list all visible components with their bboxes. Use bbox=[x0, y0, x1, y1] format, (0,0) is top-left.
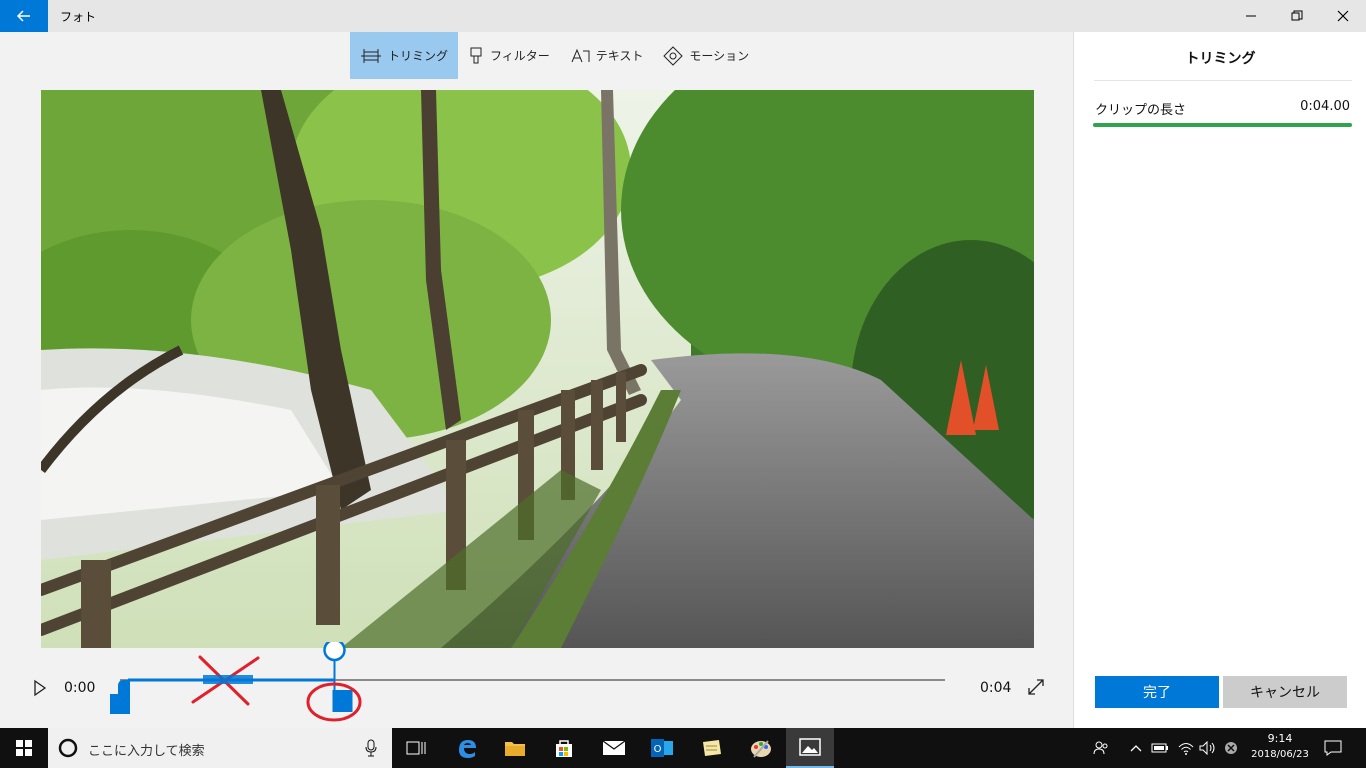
store-button[interactable] bbox=[540, 728, 588, 768]
cancel-button[interactable]: キャンセル bbox=[1223, 676, 1347, 708]
app-title: フォト bbox=[60, 10, 97, 24]
restore-button[interactable] bbox=[1274, 0, 1320, 32]
tool-motion-label: モーション bbox=[689, 49, 750, 63]
clip-length-value: 0:04.00 bbox=[1300, 99, 1350, 114]
close-icon bbox=[1337, 10, 1349, 22]
notification-icon bbox=[1324, 740, 1342, 756]
trim-timeline: 0:00 0:04 bbox=[0, 642, 1073, 728]
trim-end-handle bbox=[332, 690, 353, 712]
edge-button[interactable] bbox=[443, 728, 491, 768]
back-button[interactable] bbox=[0, 0, 48, 32]
close-button[interactable] bbox=[1320, 0, 1366, 32]
forest-road-image bbox=[41, 90, 1034, 648]
playhead-handle bbox=[323, 642, 346, 662]
wifi-icon bbox=[1178, 743, 1194, 755]
cortana-icon bbox=[58, 738, 78, 758]
trim-start-handle bbox=[110, 680, 130, 714]
tool-trim[interactable]: トリミング bbox=[350, 32, 459, 79]
edit-toolbar: トリミング フィルター テキスト モーション bbox=[350, 32, 759, 79]
motion-icon bbox=[663, 45, 684, 66]
volume-icon bbox=[1199, 741, 1215, 755]
photos-button[interactable] bbox=[786, 728, 834, 768]
timeline-track[interactable] bbox=[0, 642, 1073, 728]
clock-date[interactable]: 2018/06/23 bbox=[1245, 749, 1315, 760]
notes-button[interactable] bbox=[688, 728, 736, 768]
arrow-left-icon bbox=[16, 10, 30, 22]
editor-area: トリミング フィルター テキスト モーション 0:00 0:04 bbox=[0, 32, 1073, 728]
windows-logo-icon bbox=[16, 740, 32, 756]
explorer-button[interactable] bbox=[491, 728, 539, 768]
people-button[interactable] bbox=[1090, 728, 1112, 768]
svg-text:O: O bbox=[654, 744, 662, 755]
wifi-button[interactable] bbox=[1176, 728, 1196, 768]
error-circle-icon bbox=[1225, 742, 1237, 754]
paint-palette-icon bbox=[751, 740, 771, 758]
taskbar-search[interactable]: ここに入力して検索 bbox=[48, 728, 392, 768]
clip-length-bar bbox=[1093, 123, 1352, 127]
tool-text-label: テキスト bbox=[595, 49, 644, 63]
battery-icon bbox=[1151, 743, 1168, 753]
panel-title: トリミング bbox=[1185, 51, 1256, 67]
clock-time[interactable]: 9:14 bbox=[1250, 732, 1310, 745]
tool-filter[interactable]: フィルター bbox=[458, 32, 560, 79]
tool-filter-label: フィルター bbox=[490, 49, 550, 63]
outlook-button[interactable]: O bbox=[638, 728, 686, 768]
folder-icon bbox=[505, 742, 525, 756]
action-center-button[interactable] bbox=[1320, 728, 1346, 768]
volume-button[interactable] bbox=[1198, 728, 1218, 768]
photos-icon bbox=[799, 738, 821, 756]
start-button[interactable] bbox=[0, 728, 48, 768]
task-view-icon bbox=[406, 741, 426, 755]
filter-icon bbox=[470, 47, 482, 63]
notes-icon bbox=[703, 740, 721, 756]
mail-button[interactable] bbox=[590, 728, 638, 768]
minimize-icon bbox=[1246, 15, 1256, 17]
done-button[interactable]: 完了 bbox=[1095, 676, 1219, 708]
edge-icon bbox=[459, 740, 476, 758]
tool-motion[interactable]: モーション bbox=[653, 32, 759, 79]
restore-icon bbox=[1291, 10, 1303, 21]
status-error-button[interactable] bbox=[1222, 728, 1240, 768]
battery-button[interactable] bbox=[1150, 728, 1170, 768]
chevron-up-icon bbox=[1130, 745, 1142, 752]
tool-trim-label: トリミング bbox=[388, 49, 449, 63]
store-icon bbox=[556, 740, 572, 757]
trim-icon bbox=[361, 48, 381, 63]
panel-divider bbox=[1094, 80, 1352, 81]
mail-icon bbox=[602, 740, 626, 755]
tool-text[interactable]: テキスト bbox=[560, 32, 654, 79]
video-preview[interactable] bbox=[41, 90, 1034, 648]
minimize-button[interactable] bbox=[1228, 0, 1274, 32]
clip-length-label: クリップの長さ bbox=[1095, 103, 1187, 118]
tray-overflow-button[interactable] bbox=[1128, 728, 1144, 768]
taskbar: ここに入力して検索 O 9:14 2018/06/23 bbox=[0, 728, 1366, 768]
microphone-icon[interactable] bbox=[364, 739, 378, 757]
text-icon bbox=[571, 48, 590, 62]
task-view-button[interactable] bbox=[392, 728, 440, 768]
paint-button[interactable] bbox=[737, 728, 785, 768]
trim-panel: トリミング クリップの長さ 0:04.00 完了 キャンセル bbox=[1073, 32, 1366, 728]
outlook-icon: O bbox=[651, 739, 673, 757]
search-placeholder: ここに入力して検索 bbox=[88, 744, 205, 759]
people-icon bbox=[1093, 741, 1108, 755]
title-bar: フォト bbox=[0, 0, 1366, 32]
